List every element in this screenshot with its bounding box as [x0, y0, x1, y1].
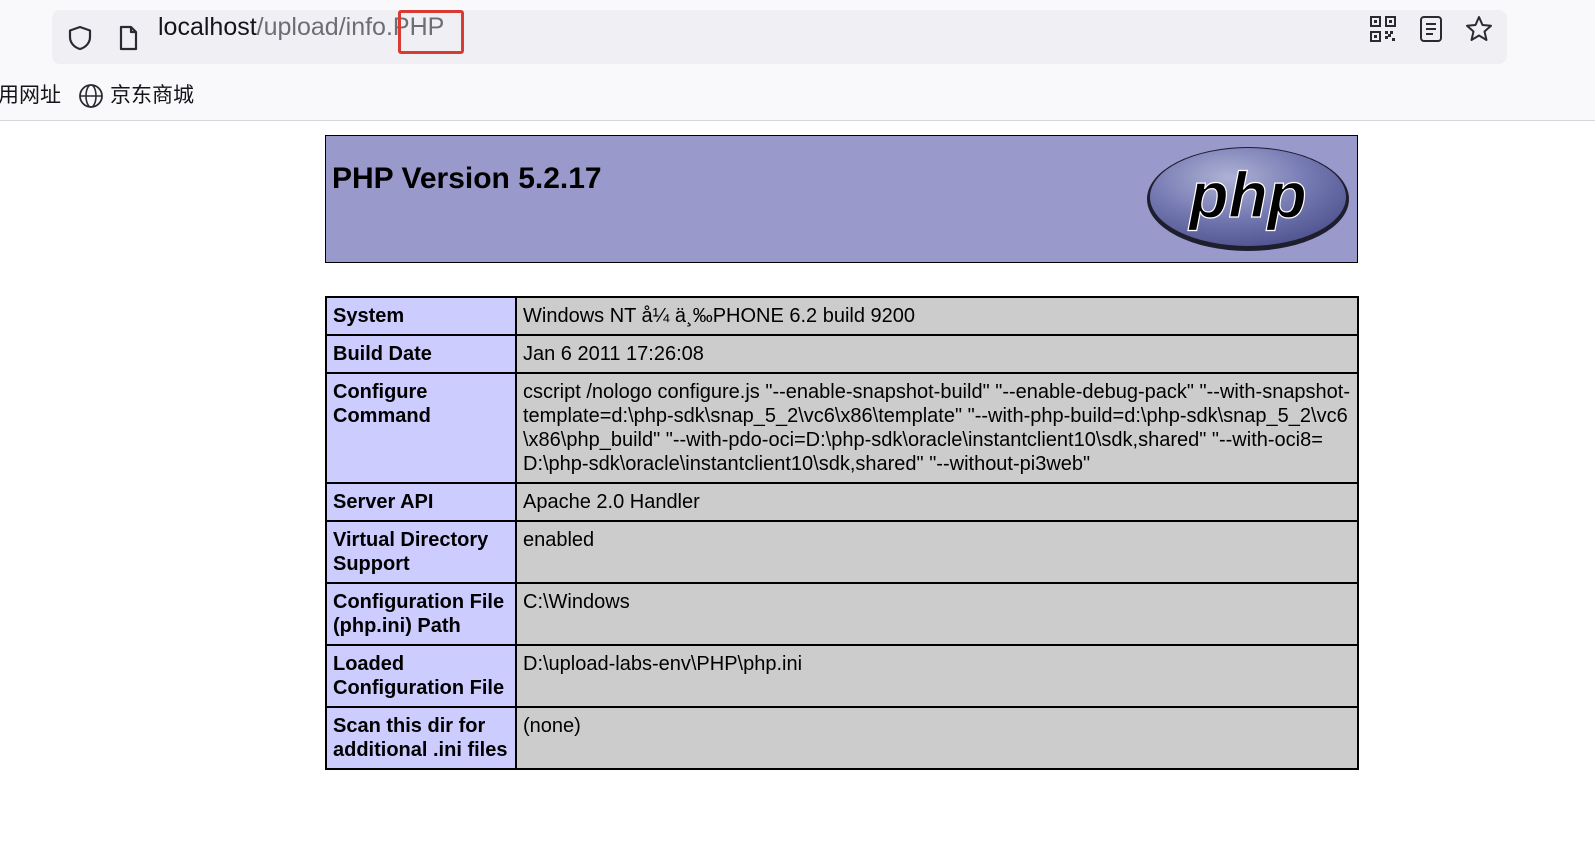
table-row: Loaded Configuration File D:\upload-labs-… — [325, 644, 1359, 708]
bookmark-item-jd[interactable]: 京东商城 — [110, 80, 194, 112]
row-key: Loaded Configuration File — [325, 644, 517, 708]
globe-icon — [79, 84, 103, 108]
row-value: enabled — [515, 520, 1359, 584]
table-row: Configure Command cscript /nologo configu… — [325, 372, 1359, 484]
phpinfo-table: System Windows NT å¼ ä¸‰PHONE 6.2 build 9… — [325, 296, 1359, 770]
highlight-box — [398, 10, 464, 54]
row-value: Apache 2.0 Handler — [515, 482, 1359, 522]
browser-toolbar: localhost/upload/info.PHP 用网址 京东商城 — [0, 0, 1595, 121]
table-row: Build Date Jan 6 2011 17:26:08 — [325, 334, 1359, 374]
php-version-title: PHP Version 5.2.17 — [332, 162, 602, 195]
star-bookmark-icon[interactable] — [1464, 14, 1494, 44]
table-row: Server API Apache 2.0 Handler — [325, 482, 1359, 522]
table-row: System Windows NT å¼ ä¸‰PHONE 6.2 build 9… — [325, 296, 1359, 336]
row-value: D:\upload-labs-env\PHP\php.ini — [515, 644, 1359, 708]
reader-view-icon[interactable] — [1416, 14, 1446, 44]
qr-code-icon[interactable] — [1368, 14, 1398, 44]
row-value: C:\Windows — [515, 582, 1359, 646]
table-row: Virtual Directory Support enabled — [325, 520, 1359, 584]
row-value: Jan 6 2011 17:26:08 — [515, 334, 1359, 374]
bookmark-item[interactable]: 用网址 — [0, 80, 61, 112]
table-row: Configuration File (php.ini) Path C:\Wind… — [325, 582, 1359, 646]
row-key: Server API — [325, 482, 517, 522]
url-host: localhost — [158, 13, 257, 41]
row-key: Configuration File (php.ini) Path — [325, 582, 517, 646]
row-key: Virtual Directory Support — [325, 520, 517, 584]
shield-icon[interactable] — [66, 24, 94, 52]
table-row: Scan this dir for additional .ini files(… — [325, 706, 1359, 770]
row-key: Scan this dir for additional .ini files — [325, 706, 517, 770]
page-icon[interactable] — [114, 24, 142, 52]
row-value: cscript /nologo configure.js "--enable-s… — [515, 372, 1359, 484]
php-logo[interactable]: php — [1145, 145, 1351, 253]
row-key: System — [325, 296, 517, 336]
row-key: Configure Command — [325, 372, 517, 484]
phpinfo-header: PHP Version 5.2.17 php — [325, 135, 1358, 263]
row-value: (none) — [515, 706, 1359, 770]
row-key: Build Date — [325, 334, 517, 374]
php-logo-text: php — [1187, 159, 1306, 231]
row-value: Windows NT å¼ ä¸‰PHONE 6.2 build 9200 — [515, 296, 1359, 336]
